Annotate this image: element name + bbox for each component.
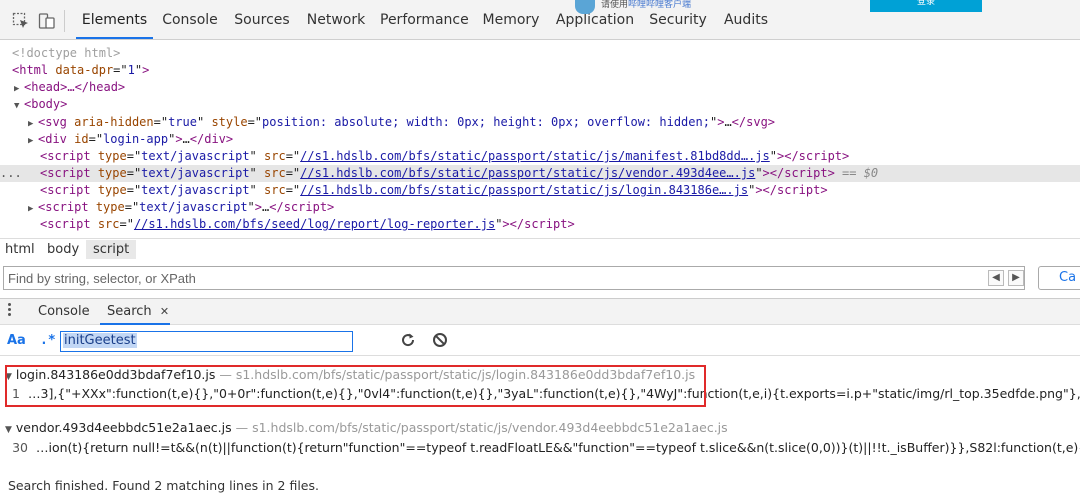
clear-icon[interactable] bbox=[432, 332, 448, 348]
result-file-header[interactable]: ▼ vendor.493d4eebbdc51e2a1aec.js — s1.hd… bbox=[5, 420, 728, 436]
dom-svg-node[interactable]: ▶ <svg aria-hidden="true" style="position… bbox=[0, 114, 1080, 131]
mascot-image bbox=[575, 0, 595, 14]
tab-network[interactable]: Network bbox=[304, 0, 368, 39]
tab-console[interactable]: Console bbox=[160, 0, 220, 39]
page-login-button[interactable]: 登录 bbox=[870, 0, 982, 12]
selected-node-marker: == $0 bbox=[842, 166, 879, 180]
toolbar-divider bbox=[64, 10, 65, 32]
device-toolbar-icon[interactable] bbox=[38, 12, 56, 30]
attr-value: login-app bbox=[103, 132, 169, 146]
result-file-url: s1.hdslb.com/bfs/static/passport/static/… bbox=[252, 420, 728, 435]
result-separator: — bbox=[235, 420, 249, 435]
dom-inline-script-node[interactable]: ▶ <script type="text/javascript">…</scrip… bbox=[0, 199, 1080, 216]
tab-memory[interactable]: Memory bbox=[480, 0, 542, 39]
tab-elements[interactable]: Elements bbox=[76, 0, 153, 39]
tab-performance[interactable]: Performance bbox=[380, 0, 469, 39]
page-banner: 请使用哔哩哔哩客户端 bbox=[575, 0, 815, 14]
node-actions-ellipsis[interactable]: ... bbox=[0, 166, 22, 180]
previous-match-button[interactable]: ◀ bbox=[988, 270, 1004, 286]
dom-div-node[interactable]: ▶ <div id="login-app">…</div> bbox=[0, 131, 1080, 148]
collapse-triangle-icon[interactable]: ▼ bbox=[14, 98, 24, 115]
dom-head-node[interactable]: ▶ <head>…</head> bbox=[0, 79, 1080, 96]
search-query-input[interactable]: initGeetest bbox=[60, 331, 353, 352]
attr-name: aria-hidden bbox=[74, 115, 154, 129]
annotation-highlight-box bbox=[5, 365, 706, 407]
attr-value: position: absolute; width: 0px; height: … bbox=[262, 115, 710, 129]
regex-toggle[interactable]: .* bbox=[40, 333, 56, 348]
drawer-menu-icon[interactable] bbox=[8, 303, 12, 318]
match-case-toggle[interactable]: Aa bbox=[7, 333, 26, 348]
dom-html-node[interactable]: <html data-dpr="1"> bbox=[0, 62, 1080, 79]
close-icon[interactable]: ✕ bbox=[160, 305, 169, 318]
dom-body-node[interactable]: ▼ <body> bbox=[0, 96, 1080, 113]
collapse-triangle-icon[interactable]: ▼ bbox=[5, 425, 12, 435]
search-query-text: initGeetest bbox=[63, 333, 137, 348]
dom-script-node[interactable]: <script type="text/javascript" src="//s1… bbox=[0, 182, 1080, 199]
script-src-link[interactable]: //s1.hdslb.com/bfs/static/passport/stati… bbox=[300, 183, 748, 197]
banner-text: 请使用 bbox=[601, 0, 629, 10]
attr-value: text/javascript bbox=[141, 183, 250, 197]
script-src-link[interactable]: //s1.hdslb.com/bfs/seed/log/report/log-r… bbox=[134, 217, 495, 231]
inspect-cursor-icon[interactable] bbox=[12, 12, 30, 30]
drawer-tab-search-label: Search bbox=[107, 304, 152, 319]
dom-script-node[interactable]: <script type="text/javascript" src="//s1… bbox=[0, 148, 1080, 165]
attr-value: true bbox=[168, 115, 197, 129]
dom-doctype[interactable]: <!doctype html> bbox=[0, 45, 1080, 62]
attr-value: text/javascript bbox=[141, 166, 250, 180]
result-file-name: vendor.493d4eebbdc51e2a1aec.js bbox=[15, 420, 232, 435]
attr-value: text/javascript bbox=[141, 149, 250, 163]
doctype-text: <!doctype html> bbox=[12, 46, 121, 60]
script-src-link[interactable]: //s1.hdslb.com/bfs/static/passport/stati… bbox=[300, 166, 755, 180]
attr-value: text/javascript bbox=[139, 200, 248, 214]
body-text: <body> bbox=[24, 97, 68, 111]
attr-name: id bbox=[74, 132, 89, 146]
refresh-icon[interactable] bbox=[400, 332, 416, 348]
result-match-text: …ion(t){return null!=t&&(n(t)||function(… bbox=[36, 440, 1080, 455]
attr-value: 1 bbox=[127, 63, 135, 77]
result-line-number: 30 bbox=[12, 440, 28, 455]
dom-search-input[interactable] bbox=[3, 266, 1025, 290]
attr-name: data-dpr bbox=[55, 63, 114, 77]
dom-script-node-selected[interactable]: <script type="text/javascript" src="//s1… bbox=[0, 165, 1080, 182]
head-text: <head>…</head> bbox=[24, 80, 126, 94]
dom-script-node[interactable]: <script src="//s1.hdslb.com/bfs/seed/log… bbox=[0, 216, 1080, 233]
breadcrumb bbox=[0, 238, 1080, 260]
result-match-line[interactable]: 30 …ion(t){return null!=t&&(n(t)||functio… bbox=[0, 439, 1080, 457]
attr-name: style bbox=[211, 115, 248, 129]
breadcrumb-html[interactable]: html bbox=[5, 242, 35, 257]
script-src-link[interactable]: //s1.hdslb.com/bfs/static/passport/stati… bbox=[300, 149, 770, 163]
cancel-button[interactable]: Ca bbox=[1038, 266, 1080, 290]
breadcrumb-script[interactable]: script bbox=[86, 240, 137, 259]
tag-name: html bbox=[19, 63, 49, 77]
next-match-button[interactable]: ▶ bbox=[1008, 270, 1024, 286]
drawer-tab-search[interactable]: Search ✕ bbox=[100, 298, 170, 325]
breadcrumb-body[interactable]: body bbox=[47, 242, 79, 257]
banner-link[interactable]: 哔哩哔哩客户端 bbox=[628, 0, 691, 10]
tab-sources[interactable]: Sources bbox=[232, 0, 292, 39]
drawer-tab-console[interactable]: Console bbox=[38, 298, 90, 325]
